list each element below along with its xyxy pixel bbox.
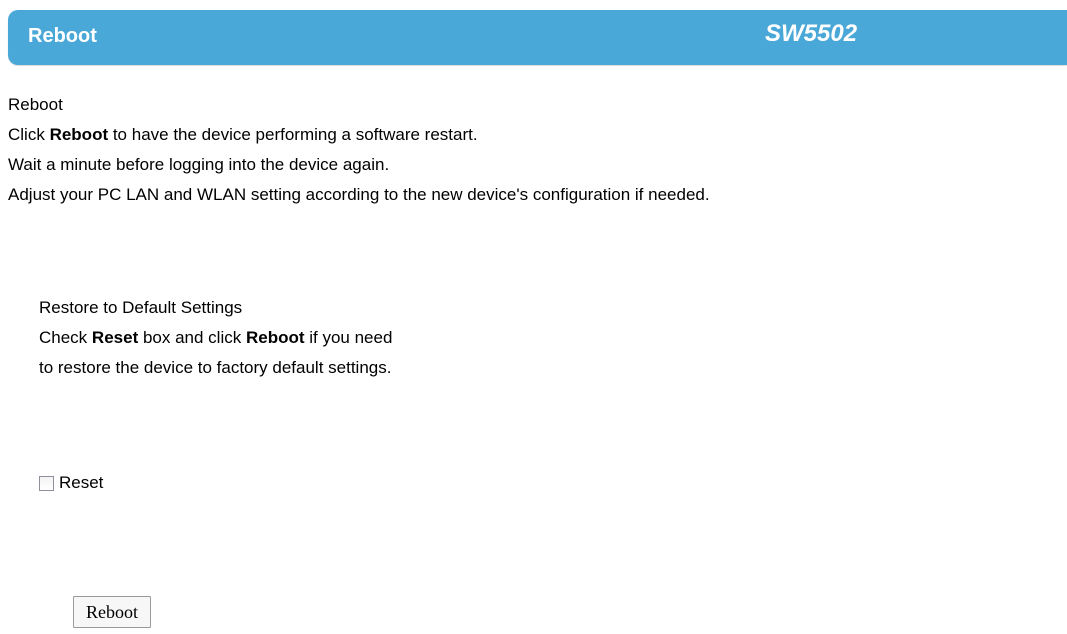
page: Reboot SW5502 Reboot Click Reboot to hav… — [0, 0, 1067, 634]
reboot-button[interactable]: Reboot — [73, 596, 151, 628]
reboot-instruction-line2: Wait a minute before logging into the de… — [8, 155, 390, 174]
reboot-instruction-prefix: Click — [8, 125, 50, 144]
reboot-instruction-line1: Click Reboot to have the device performi… — [8, 123, 478, 147]
restore-instruction-middle: box and click — [138, 328, 246, 347]
restore-instruction-bold-reboot: Reboot — [245, 328, 305, 347]
reboot-heading: Reboot — [8, 95, 63, 114]
restore-heading: Restore to Default Settings — [39, 298, 243, 317]
reboot-instruction-line3: Adjust your PC LAN and WLAN setting acco… — [8, 185, 710, 204]
reboot-instruction-suffix: to have the device performing a software… — [108, 125, 478, 144]
restore-instruction-line2: to restore the device to factory default… — [39, 358, 392, 377]
restore-instruction-suffix: if you need — [304, 328, 393, 347]
page-title: Reboot — [28, 25, 97, 47]
restore-instruction-line1: Check Reset box and click Reboot if you … — [39, 326, 392, 350]
reboot-instruction-bold: Reboot — [49, 125, 109, 144]
reset-checkbox[interactable] — [39, 475, 54, 491]
reset-checkbox-row[interactable]: Reset — [39, 473, 103, 493]
restore-instruction-bold-reset: Reset — [91, 328, 139, 347]
title-bar: Reboot SW5502 — [8, 10, 1067, 65]
restore-instruction-prefix: Check — [39, 328, 92, 347]
reset-checkbox-label[interactable]: Reset — [59, 473, 103, 493]
device-name: SW5502 — [765, 20, 858, 47]
